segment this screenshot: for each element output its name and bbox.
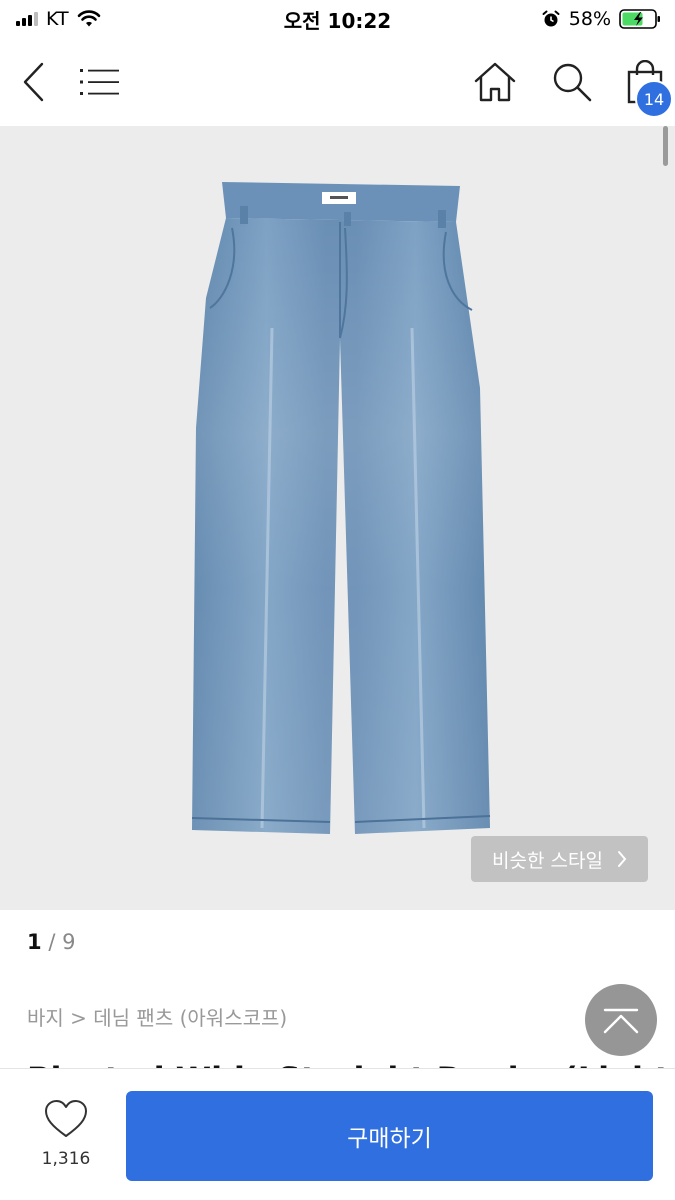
nav-left	[20, 61, 120, 103]
home-button[interactable]	[473, 61, 517, 103]
status-bar: KT 오전 10:22 58%	[0, 0, 675, 38]
like-button[interactable]: 1,316	[30, 1099, 102, 1169]
carrier-label: KT	[46, 8, 69, 30]
home-icon	[474, 62, 516, 102]
heart-icon	[45, 1100, 87, 1137]
status-left: KT	[16, 8, 101, 30]
search-button[interactable]	[551, 61, 593, 103]
like-count: 1,316	[41, 1149, 91, 1169]
top-nav-bar: 14	[0, 38, 675, 126]
similar-style-label: 비슷한 스타일	[492, 849, 603, 872]
denim-pants-image	[191, 182, 491, 834]
bottom-action-bar: 1,316 구매하기	[0, 1068, 675, 1200]
battery-percent: 58%	[568, 8, 611, 30]
arrow-up-icon	[603, 1008, 639, 1034]
search-icon	[553, 63, 592, 102]
product-image-carousel[interactable]: 비슷한 스타일	[0, 126, 675, 910]
similar-style-button[interactable]: 비슷한 스타일	[471, 836, 648, 882]
chevron-right-icon	[617, 851, 627, 867]
signal-icon	[16, 12, 38, 26]
scroll-to-top-button[interactable]	[585, 984, 657, 1056]
menu-list-icon	[80, 69, 119, 95]
nav-right: 14	[473, 60, 673, 118]
status-right: 58%	[541, 8, 661, 30]
menu-button[interactable]	[80, 66, 120, 98]
back-button[interactable]	[20, 61, 46, 103]
battery-charging-icon	[619, 9, 660, 29]
alarm-icon	[542, 10, 560, 27]
buy-button[interactable]: 구매하기	[126, 1091, 653, 1181]
image-pager: 1 / 9	[27, 930, 75, 954]
scroll-indicator	[663, 126, 668, 166]
product-page: KT 오전 10:22 58% 14 비슷한 스타일 1 / 9 바지 > 데님…	[0, 0, 675, 1200]
wifi-icon	[77, 10, 100, 27]
category-breadcrumb[interactable]: 바지 > 데님 팬츠 (아워스코프)	[27, 1002, 287, 1031]
cart-button[interactable]: 14	[627, 60, 673, 118]
cart-count-badge: 14	[635, 80, 673, 118]
image-index: 1	[27, 930, 42, 954]
image-total: / 9	[48, 930, 76, 954]
chevron-left-icon	[23, 62, 44, 102]
